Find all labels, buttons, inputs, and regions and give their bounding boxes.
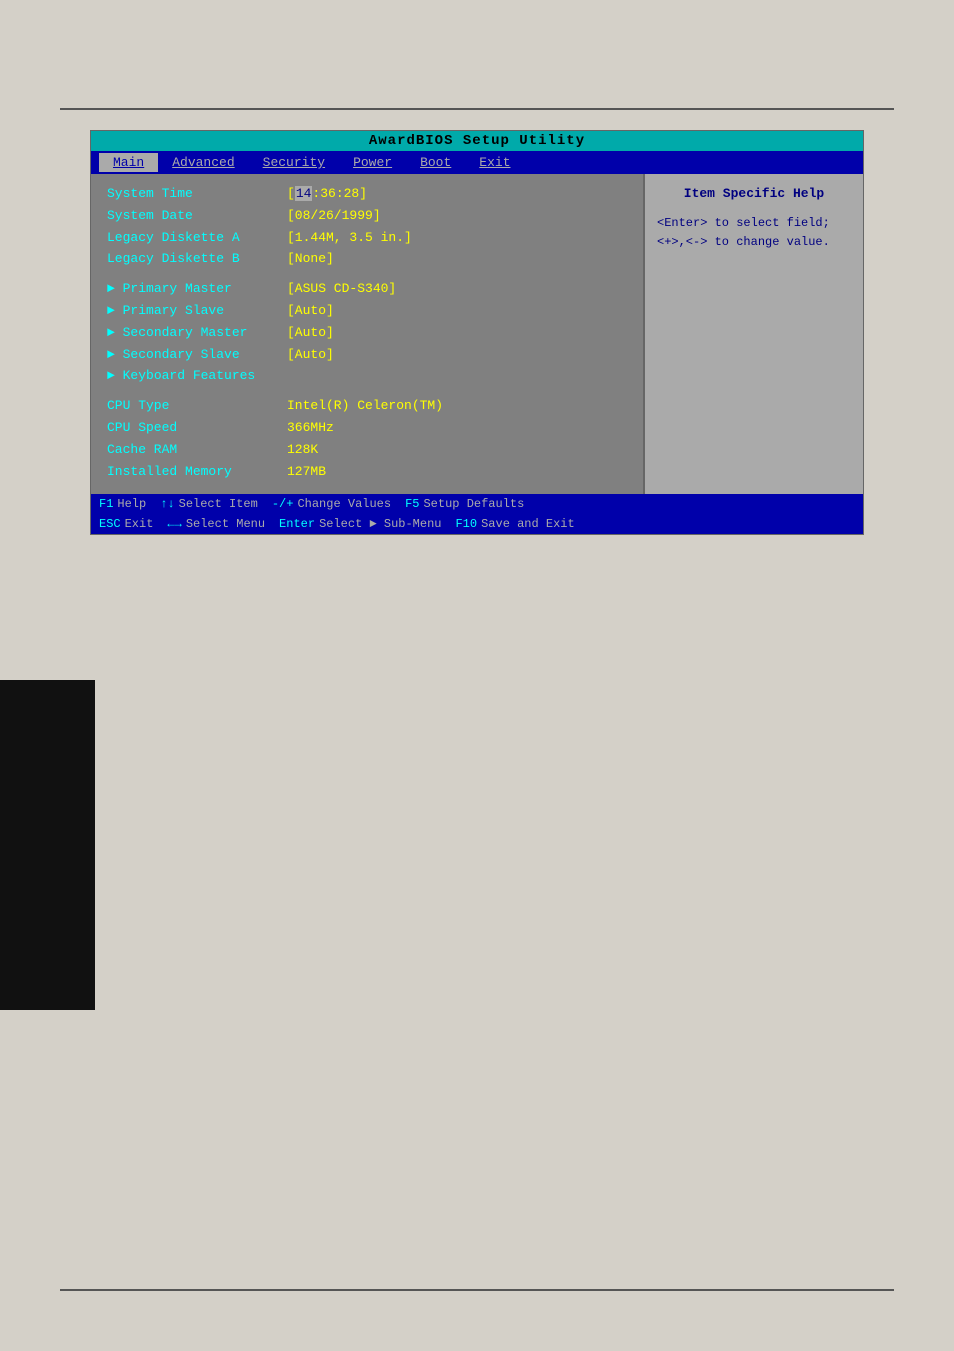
bios-help-panel: Item Specific Help <Enter> to select fie… xyxy=(643,174,863,494)
secondary-master-value: [Auto] xyxy=(287,323,334,344)
installed-memory-row: Installed Memory 127MB xyxy=(107,462,627,483)
key-f5-key: F5 xyxy=(405,497,419,511)
key-plusminus: -/+ Change Values xyxy=(272,497,395,511)
keyboard-features-label: Keyboard Features xyxy=(107,366,287,387)
secondary-slave-row[interactable]: Secondary Slave [Auto] xyxy=(107,345,627,366)
diskette-b-label: Legacy Diskette B xyxy=(107,249,287,270)
key-plusminus-key: -/+ xyxy=(272,497,294,511)
key-f1-action: Help xyxy=(117,497,146,511)
system-time-row[interactable]: System Time [14:36:28] xyxy=(107,184,627,205)
secondary-slave-label: Secondary Slave xyxy=(107,345,287,366)
menu-item-advanced[interactable]: Advanced xyxy=(158,153,248,172)
key-leftright-key: ←→ xyxy=(167,517,181,531)
primary-slave-label: Primary Slave xyxy=(107,301,287,322)
bios-container: AwardBIOS Setup Utility Main Advanced Se… xyxy=(90,130,864,535)
menu-item-power[interactable]: Power xyxy=(339,153,406,172)
diskette-b-row[interactable]: Legacy Diskette B [None] xyxy=(107,249,627,270)
bios-left-panel: System Time [14:36:28] System Date [08/2… xyxy=(91,174,643,494)
primary-master-row[interactable]: Primary Master [ASUS CD-S340] xyxy=(107,279,627,300)
key-f1: F1 Help xyxy=(99,497,150,511)
key-plusminus-action: Change Values xyxy=(297,497,391,511)
top-rule xyxy=(60,108,894,110)
help-title: Item Specific Help xyxy=(657,184,851,204)
primary-slave-value: [Auto] xyxy=(287,301,334,322)
primary-master-value: [ASUS CD-S340] xyxy=(287,279,396,300)
bottom-black-sidebar xyxy=(0,680,95,1010)
system-time-value: [14:36:28] xyxy=(287,184,367,205)
diskette-a-row[interactable]: Legacy Diskette A [1.44M, 3.5 in.] xyxy=(107,228,627,249)
primary-slave-row[interactable]: Primary Slave [Auto] xyxy=(107,301,627,322)
bios-bottom-bar-row1: F1 Help ↑↓ Select Item -/+ Change Values… xyxy=(91,494,863,514)
diskette-a-value: [1.44M, 3.5 in.] xyxy=(287,228,412,249)
key-f10-key: F10 xyxy=(455,517,477,531)
keyboard-features-row[interactable]: Keyboard Features xyxy=(107,366,627,387)
key-enter-action: Select ► Sub-Menu xyxy=(319,517,441,531)
diskette-a-label: Legacy Diskette A xyxy=(107,228,287,249)
key-f10-action: Save and Exit xyxy=(481,517,575,531)
key-esc: ESC Exit xyxy=(99,517,157,531)
installed-memory-label: Installed Memory xyxy=(107,462,287,483)
cpu-type-value: Intel(R) Celeron(TM) xyxy=(287,396,443,417)
system-date-value: [08/26/1999] xyxy=(287,206,381,227)
diskette-b-value: [None] xyxy=(287,249,334,270)
system-date-row[interactable]: System Date [08/26/1999] xyxy=(107,206,627,227)
key-arrows: ↑↓ Select Item xyxy=(160,497,262,511)
secondary-master-label: Secondary Master xyxy=(107,323,287,344)
key-f10: F10 Save and Exit xyxy=(455,517,578,531)
key-arrows-action: Select Item xyxy=(179,497,258,511)
cpu-speed-label: CPU Speed xyxy=(107,418,287,439)
bios-content: System Time [14:36:28] System Date [08/2… xyxy=(91,174,863,494)
menu-item-exit[interactable]: Exit xyxy=(465,153,524,172)
key-enter: Enter Select ► Sub-Menu xyxy=(279,517,445,531)
menu-item-main[interactable]: Main xyxy=(99,153,158,172)
menu-item-boot[interactable]: Boot xyxy=(406,153,465,172)
page-wrapper: AwardBIOS Setup Utility Main Advanced Se… xyxy=(0,0,954,1351)
bios-title: AwardBIOS Setup Utility xyxy=(369,133,585,149)
bios-title-bar: AwardBIOS Setup Utility xyxy=(91,131,863,151)
installed-memory-value: 127MB xyxy=(287,462,326,483)
key-esc-key: ESC xyxy=(99,517,121,531)
primary-master-label: Primary Master xyxy=(107,279,287,300)
key-leftright-action: Select Menu xyxy=(186,517,265,531)
key-f1-key: F1 xyxy=(99,497,113,511)
key-f5: F5 Setup Defaults xyxy=(405,497,528,511)
menu-item-security[interactable]: Security xyxy=(249,153,339,172)
key-enter-key: Enter xyxy=(279,517,315,531)
key-leftright: ←→ Select Menu xyxy=(167,517,269,531)
time-hour: 14 xyxy=(295,186,313,201)
system-time-label: System Time xyxy=(107,184,287,205)
help-text: <Enter> to select field; <+>,<-> to chan… xyxy=(657,214,851,252)
cpu-speed-value: 366MHz xyxy=(287,418,334,439)
key-f5-action: Setup Defaults xyxy=(423,497,524,511)
bios-bottom-bar-row2: ESC Exit ←→ Select Menu Enter Select ► S… xyxy=(91,514,863,534)
cache-ram-value: 128K xyxy=(287,440,318,461)
secondary-slave-value: [Auto] xyxy=(287,345,334,366)
cache-ram-label: Cache RAM xyxy=(107,440,287,461)
system-date-label: System Date xyxy=(107,206,287,227)
cpu-speed-row: CPU Speed 366MHz xyxy=(107,418,627,439)
bios-menu-bar: Main Advanced Security Power Boot Exit xyxy=(91,151,863,174)
cpu-type-label: CPU Type xyxy=(107,396,287,417)
key-arrows-key: ↑↓ xyxy=(160,497,174,511)
key-esc-action: Exit xyxy=(125,517,154,531)
bottom-rule xyxy=(60,1289,894,1291)
cpu-type-row: CPU Type Intel(R) Celeron(TM) xyxy=(107,396,627,417)
secondary-master-row[interactable]: Secondary Master [Auto] xyxy=(107,323,627,344)
cache-ram-row: Cache RAM 128K xyxy=(107,440,627,461)
